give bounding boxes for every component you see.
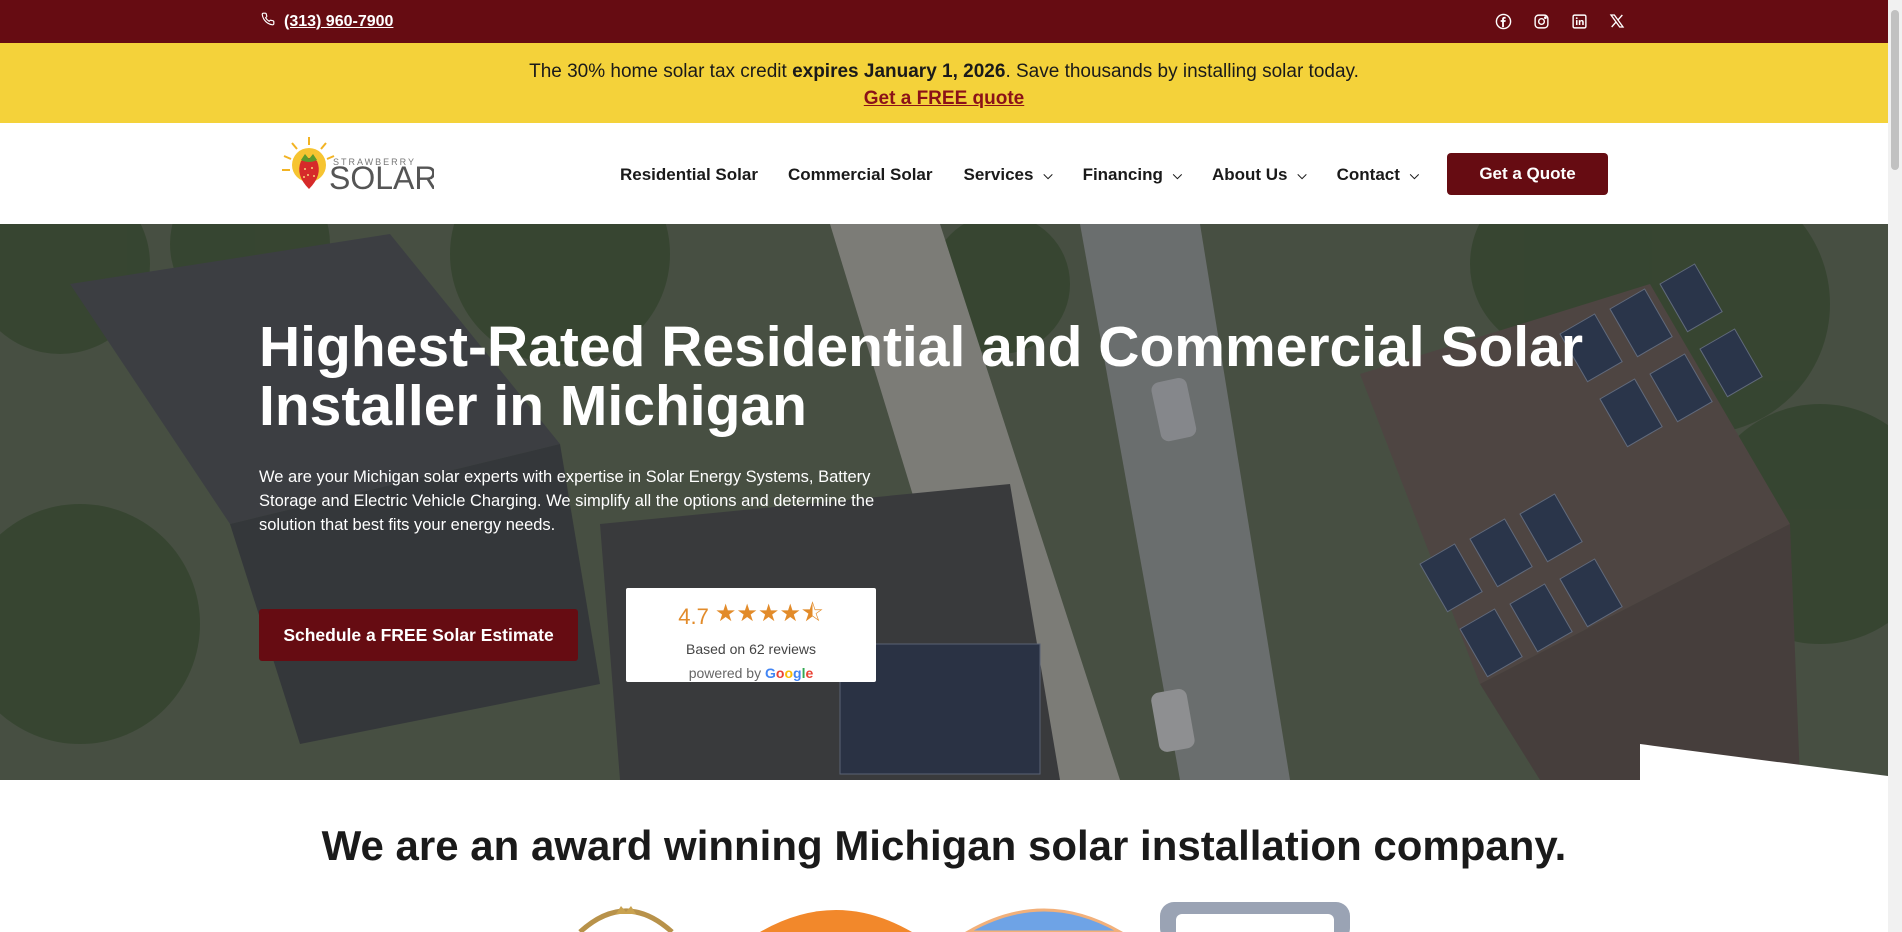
banner-text-start: The 30% home solar tax credit <box>529 61 793 82</box>
nav-item-label: Residential Solar <box>620 165 758 184</box>
nav-menu: Residential Solar Commercial Solar Servi… <box>620 165 1419 185</box>
powered-by-text: powered by <box>688 665 762 681</box>
get-a-quote-button[interactable]: Get a Quote <box>1447 153 1608 195</box>
top-bar: (313) 960-7900 <box>0 0 1888 43</box>
hero-section: Highest-Rated Residential and Commercial… <box>0 224 1888 780</box>
logo-big-text: SOLAR <box>329 160 434 196</box>
strawberry-solar-logo[interactable]: STRAWBERRY SOLAR <box>279 135 437 205</box>
free-quote-link[interactable]: Get a FREE quote <box>864 88 1024 109</box>
star-rating-icon: ★★★★⯪ <box>714 600 824 627</box>
hero-title: Highest-Rated Residential and Commercial… <box>259 315 1583 438</box>
award-badge-blue <box>965 908 1123 932</box>
award-badge-gray <box>1160 902 1350 932</box>
nav-item-financing[interactable]: Financing ⌵ <box>1083 165 1182 185</box>
phone-icon <box>261 12 275 31</box>
nav-item-label: Financing <box>1082 165 1163 184</box>
hero-description: We are your Michigan solar experts with … <box>259 468 875 534</box>
google-logo: Google <box>765 665 814 681</box>
x-icon[interactable] <box>1608 12 1626 30</box>
banner-text-deadline: expires January 1, 2026 <box>792 61 1006 82</box>
nav-item-label: Commercial Solar <box>787 165 933 184</box>
phone-number[interactable]: (313) 960-7900 <box>284 13 393 31</box>
tax-credit-banner: The 30% home solar tax credit expires Ja… <box>0 43 1888 123</box>
banner-text-end: . Save thousands by installing solar tod… <box>1005 61 1359 82</box>
scrollbar-thumb[interactable] <box>1891 10 1899 170</box>
nav-item-label: About Us <box>1211 165 1288 184</box>
google-review-widget[interactable]: 4.7 ★★★★⯪ Based on 62 reviews powered by… <box>626 588 876 682</box>
nav-item-contact[interactable]: Contact ⌵ <box>1337 165 1419 185</box>
schedule-estimate-button[interactable]: Schedule a FREE Solar Estimate <box>259 609 578 661</box>
main-navigation: STRAWBERRY SOLAR Residential Solar Comme… <box>0 123 1888 224</box>
awards-heading: We are an award winning Michigan solar i… <box>321 822 1567 869</box>
award-badge-crown <box>578 906 674 932</box>
social-links <box>1494 12 1626 30</box>
chevron-down-icon: ⌵ <box>1409 167 1419 182</box>
chevron-down-icon: ⌵ <box>1043 167 1053 182</box>
award-badges <box>578 902 1350 932</box>
powered-by-google: powered by Google <box>626 665 876 681</box>
nav-item-about-us[interactable]: About Us ⌵ <box>1212 165 1307 185</box>
banner-text: The 30% home solar tax credit expires Ja… <box>0 58 1888 85</box>
page-scrollbar[interactable] <box>1888 0 1902 932</box>
section-divider-wave <box>0 744 1888 790</box>
nav-item-residential-solar[interactable]: Residential Solar <box>620 165 758 185</box>
phone-link[interactable]: (313) 960-7900 <box>261 12 393 31</box>
linkedin-icon[interactable] <box>1570 12 1588 30</box>
facebook-icon[interactable] <box>1494 12 1512 30</box>
chevron-down-icon: ⌵ <box>1297 167 1307 182</box>
award-badge-orange <box>760 910 912 932</box>
instagram-icon[interactable] <box>1532 12 1550 30</box>
nav-item-label: Contact <box>1336 165 1400 184</box>
review-count: Based on 62 reviews <box>686 641 816 657</box>
nav-item-services[interactable]: Services ⌵ <box>964 165 1053 185</box>
nav-item-label: Services <box>963 165 1034 184</box>
review-score: 4.7 <box>678 603 709 629</box>
nav-item-commercial-solar[interactable]: Commercial Solar <box>788 165 933 185</box>
chevron-down-icon: ⌵ <box>1172 167 1182 182</box>
